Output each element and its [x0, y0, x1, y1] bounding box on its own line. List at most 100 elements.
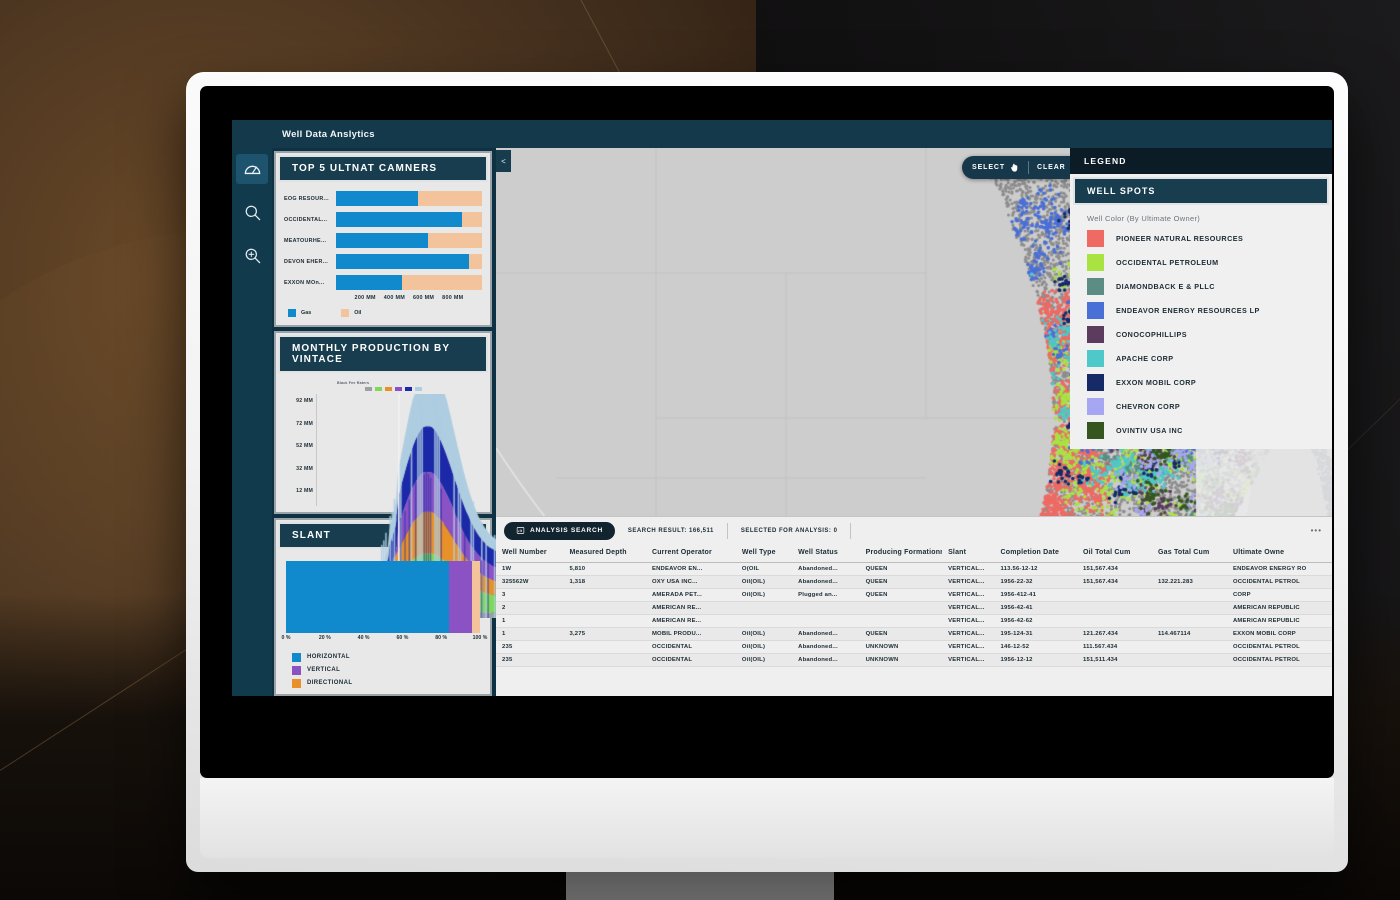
- top5-bar-row[interactable]: EXXON MOn...: [284, 274, 482, 291]
- table-cell: Oil(OIL): [736, 628, 792, 641]
- top5-legend-item[interactable]: Gas: [288, 309, 311, 317]
- production-legend-swatch[interactable]: [385, 387, 392, 391]
- table-cell: Oil(OIL): [736, 576, 792, 589]
- legend-item[interactable]: EXXON MOBIL CORP: [1073, 374, 1329, 398]
- top5-stacked-bar: [336, 233, 482, 248]
- table-toolbar: ANALYSIS SEARCH SEARCH RESULT: 166,511 S…: [496, 517, 1332, 544]
- table-cell: 121.267.434: [1077, 628, 1152, 641]
- table-cell: [792, 602, 859, 615]
- legend-label: Gas: [301, 310, 311, 316]
- table-cell: 2: [496, 602, 563, 615]
- table-cell: 1: [496, 615, 563, 628]
- rail-item-zoom-in[interactable]: [236, 240, 268, 270]
- top5-bar-row[interactable]: DEVON EHER...: [284, 253, 482, 270]
- production-legend-swatch[interactable]: [365, 387, 372, 391]
- top5-category-label: OCCIDENTAL...: [284, 217, 336, 223]
- more-dots-icon[interactable]: •••: [1311, 526, 1332, 535]
- analysis-search-button[interactable]: ANALYSIS SEARCH: [504, 522, 615, 540]
- legend-item-label: PIONEER NATURAL RESOURCES: [1116, 234, 1243, 243]
- table-row[interactable]: 1 AMERICAN RE... VERTICAL... 1956-42-62 AMER…: [496, 615, 1332, 628]
- table-row[interactable]: 1 3,275 MOBIL PRODU... Oil(OIL) Abandoned...…: [496, 628, 1332, 641]
- slant-legend-item[interactable]: HORIZONTAL: [292, 653, 480, 662]
- rail-item-dashboard[interactable]: [236, 154, 268, 184]
- table-cell: 151,511.434: [1077, 654, 1152, 667]
- table-column-header[interactable]: Oil Total Cum: [1077, 544, 1152, 563]
- legend-item[interactable]: CONOCOPHILLIPS: [1073, 326, 1329, 350]
- top5-oil-segment: [418, 191, 482, 206]
- production-y-tick: 12 MM: [283, 488, 313, 494]
- production-legend-swatch[interactable]: [415, 387, 422, 391]
- production-legend-swatch[interactable]: [395, 387, 402, 391]
- legend-swatch: [341, 309, 349, 317]
- table-column-header[interactable]: Completion Date: [995, 544, 1077, 563]
- slant-segment-directional[interactable]: [472, 561, 480, 633]
- slant-axis-tick: 80 %: [435, 635, 447, 641]
- production-y-tick: 32 MM: [283, 466, 313, 472]
- table-cell: 235: [496, 654, 563, 667]
- legend-item[interactable]: PIONEER NATURAL RESOURCES: [1073, 230, 1329, 254]
- panel-top5-owners: TOP 5 ULTNAT CAMNERS EOG RESOUR... OCCIDE…: [274, 151, 492, 327]
- slant-x-axis: 0 % 20 % 40 % 60 % 80 % 100 %: [286, 635, 480, 645]
- table-row[interactable]: 235 OCCIDENTAL Oil(OIL) Abandoned... UNKNOWN…: [496, 654, 1332, 667]
- table-cell: EXXON MOBIL CORP: [1227, 628, 1332, 641]
- legend-item[interactable]: APACHE CORP: [1073, 350, 1329, 374]
- table-column-header[interactable]: Ultimate Owne: [1227, 544, 1332, 563]
- top5-bar-row[interactable]: MEATOURHE...: [284, 232, 482, 249]
- table-column-header[interactable]: Producing Formationm: [860, 544, 942, 563]
- table-column-header[interactable]: Slant: [942, 544, 994, 563]
- select-label: SELECT: [972, 164, 1005, 171]
- table-cell: Abandoned...: [792, 654, 859, 667]
- chart-search-icon: [516, 526, 525, 535]
- table-cell: Plugged an...: [792, 589, 859, 602]
- table-cell: OCCIDENTAL: [646, 641, 736, 654]
- table-row[interactable]: 3 AMERADA PET... Oil(OIL) Plugged an... QUEE…: [496, 589, 1332, 602]
- table-cell: 1W: [496, 563, 563, 576]
- table-cell: 1956-12-12: [995, 654, 1077, 667]
- top5-gas-segment: [336, 254, 469, 269]
- legend-item[interactable]: DIAMONDBACK E & PLLC: [1073, 278, 1329, 302]
- analysis-search-label: ANALYSIS SEARCH: [530, 527, 603, 534]
- table-body[interactable]: 1W 5,810 ENDEAVOR EN... O(OIL Abandoned... QU…: [496, 563, 1332, 667]
- slant-legend-item[interactable]: VERTICAL: [292, 666, 480, 675]
- top5-bar-row[interactable]: OCCIDENTAL...: [284, 211, 482, 228]
- legend-item[interactable]: CHEVRON CORP: [1073, 398, 1329, 422]
- table-column-header[interactable]: Gas Total Cum: [1152, 544, 1227, 563]
- collapse-left-panel-button[interactable]: <: [496, 150, 511, 172]
- top5-x-axis: 200 MM 400 MM 600 MM 800 MM: [336, 295, 482, 304]
- slant-legend-item[interactable]: DIRECTIONAL: [292, 679, 480, 688]
- table-column-header[interactable]: Well Status: [792, 544, 859, 563]
- table-column-header[interactable]: Well Type: [736, 544, 792, 563]
- top5-bar-row[interactable]: EOG RESOUR...: [284, 190, 482, 207]
- table-column-header[interactable]: Current Operator: [646, 544, 736, 563]
- table-cell: 3,275: [563, 628, 645, 641]
- table-cell: [1152, 563, 1227, 576]
- table-column-header[interactable]: Well Number: [496, 544, 563, 563]
- table-row[interactable]: 2 AMERICAN RE... VERTICAL... 1956-42-41 AMER…: [496, 602, 1332, 615]
- production-legend-swatch[interactable]: [375, 387, 382, 391]
- select-button[interactable]: SELECT: [972, 162, 1020, 173]
- table-cell: UNKNOWN: [860, 654, 942, 667]
- legend-item[interactable]: OCCIDENTAL PETROLEUM: [1073, 254, 1329, 278]
- legend-item[interactable]: ENDEAVOR ENERGY RESOURCES LP: [1073, 302, 1329, 326]
- table-row[interactable]: 235 OCCIDENTAL Oil(OIL) Abandoned... UNKNOWN…: [496, 641, 1332, 654]
- production-legend-swatch[interactable]: [405, 387, 412, 391]
- table-column-header[interactable]: Measured Depth: [563, 544, 645, 563]
- legend-item[interactable]: OVINTIV USA INC: [1073, 422, 1329, 446]
- top5-gas-segment: [336, 212, 462, 227]
- table-row[interactable]: 325562W 1,318 OXY USA INC... Oil(OIL) Abando…: [496, 576, 1332, 589]
- top5-category-label: MEATOURHE...: [284, 238, 336, 244]
- rail-item-search[interactable]: [236, 197, 268, 227]
- legend-color-swatch: [1087, 422, 1104, 439]
- table-cell: 1956-22-32: [995, 576, 1077, 589]
- table-header-row: Well Number Measured Depth Current Operato…: [496, 544, 1332, 563]
- legend-item-label: OCCIDENTAL PETROLEUM: [1116, 258, 1219, 267]
- table-cell: Abandoned...: [792, 628, 859, 641]
- table-cell: 1,318: [563, 576, 645, 589]
- slant-axis-tick: 40 %: [358, 635, 370, 641]
- slant-segment-horizontal[interactable]: [286, 561, 449, 633]
- table-cell: VERTICAL...: [942, 615, 994, 628]
- results-table[interactable]: Well Number Measured Depth Current Operato…: [496, 544, 1332, 667]
- slant-segment-vertical[interactable]: [449, 561, 472, 633]
- table-row[interactable]: 1W 5,810 ENDEAVOR EN... O(OIL Abandoned... QU…: [496, 563, 1332, 576]
- top5-legend-item[interactable]: Oil: [341, 309, 361, 317]
